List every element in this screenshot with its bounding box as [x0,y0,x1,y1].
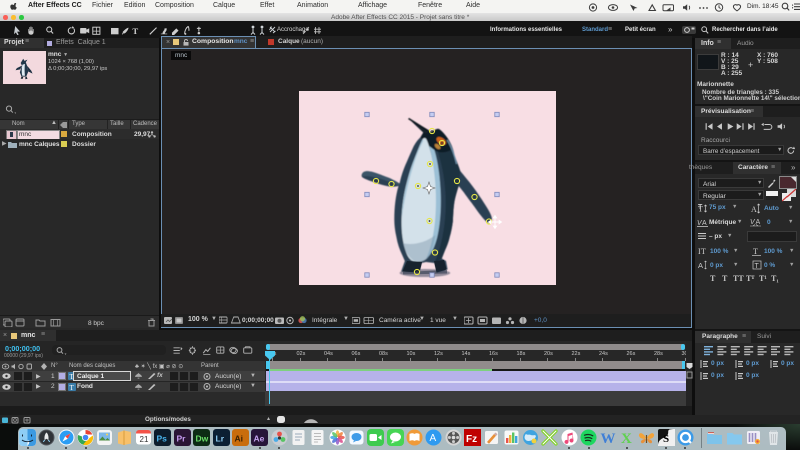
svg-text:T: T [701,247,706,256]
svg-text:S: S [663,433,669,445]
svg-text:A: A [430,433,437,444]
svg-text:Dw: Dw [196,434,209,444]
svg-text:A: A [751,205,757,214]
svg-text:A: A [698,261,703,270]
svg-text:21: 21 [140,435,149,444]
svg-text:T: T [132,26,138,36]
svg-text:W: W [600,431,615,446]
svg-text:T: T [753,247,758,256]
svg-text:Lr: Lr [215,434,224,444]
svg-text:T: T [755,263,760,270]
svg-text:T: T [698,205,703,214]
svg-text:X: X [621,431,632,446]
svg-text:Ae: Ae [254,434,265,444]
svg-text:T: T [70,383,75,390]
svg-text:Ai: Ai [234,434,243,444]
svg-text:8 bpc: 8 bpc [88,320,105,327]
svg-text:A: A [702,220,707,227]
svg-text:Pr: Pr [176,434,186,444]
svg-text:Ps: Ps [157,434,168,444]
svg-text:Fz: Fz [466,434,477,445]
